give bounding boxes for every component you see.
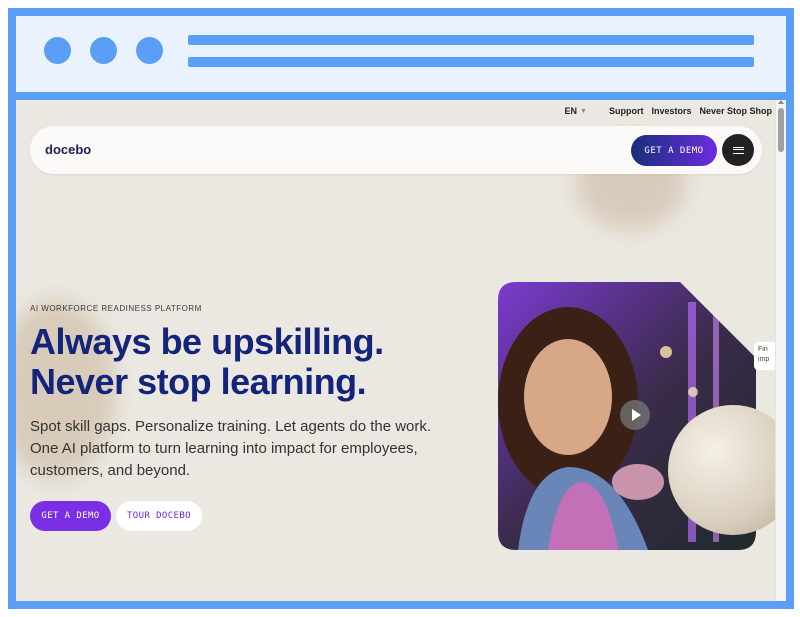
browser-toolbar bbox=[16, 16, 786, 100]
chevron-down-icon: ▼ bbox=[580, 107, 587, 115]
subtext-line: customers, and beyond. bbox=[30, 462, 191, 479]
decorative-sphere bbox=[668, 405, 786, 535]
side-card-line: imp bbox=[758, 356, 770, 363]
browser-window: EN ▼ Support Investors Never Stop Shop d… bbox=[8, 8, 794, 609]
side-card-line: Fin bbox=[758, 346, 768, 353]
docebo-logo[interactable]: docebo bbox=[45, 142, 91, 157]
main-navbar: docebo GET A DEMO bbox=[30, 126, 762, 174]
scroll-thumb[interactable] bbox=[778, 108, 784, 152]
page-viewport: EN ▼ Support Investors Never Stop Shop d… bbox=[16, 100, 786, 601]
language-label: EN bbox=[564, 106, 578, 116]
hero-subtext: Spot skill gaps. Personalize training. L… bbox=[30, 416, 460, 482]
window-control-dot[interactable] bbox=[44, 37, 71, 64]
never-stop-shop-link[interactable]: Never Stop Shop bbox=[699, 106, 772, 116]
subtext-line: One AI platform to turn learning into im… bbox=[30, 440, 418, 457]
utility-nav: EN ▼ Support Investors Never Stop Shop bbox=[565, 106, 773, 116]
language-selector[interactable]: EN ▼ bbox=[565, 106, 587, 116]
side-stat-card: Fin imp bbox=[754, 342, 776, 370]
hero-get-demo-button[interactable]: GET A DEMO bbox=[30, 501, 111, 531]
headline-line: Always be upskilling. bbox=[30, 321, 384, 362]
scrollbar[interactable] bbox=[775, 100, 786, 601]
headline-line: Never stop learning. bbox=[30, 361, 367, 402]
hamburger-menu-icon bbox=[732, 146, 744, 154]
hamburger-menu-button[interactable] bbox=[722, 134, 754, 166]
play-icon bbox=[632, 409, 641, 421]
hero-headline: Always be upskilling. Never stop learnin… bbox=[30, 322, 384, 402]
header-get-demo-button[interactable]: GET A DEMO bbox=[631, 135, 717, 166]
hero-eyebrow: AI WORKFORCE READINESS PLATFORM bbox=[30, 304, 202, 313]
play-button[interactable] bbox=[620, 400, 650, 430]
window-control-dot[interactable] bbox=[90, 37, 117, 64]
subtext-line: Spot skill gaps. Personalize training. L… bbox=[30, 418, 432, 435]
address-bar[interactable] bbox=[188, 35, 754, 45]
tab-strip[interactable] bbox=[188, 57, 754, 67]
scroll-up-icon[interactable] bbox=[778, 100, 784, 104]
support-link[interactable]: Support bbox=[609, 106, 644, 116]
investors-link[interactable]: Investors bbox=[651, 106, 691, 116]
window-control-dot[interactable] bbox=[136, 37, 163, 64]
tour-docebo-button[interactable]: TOUR DOCEBO bbox=[116, 501, 202, 531]
